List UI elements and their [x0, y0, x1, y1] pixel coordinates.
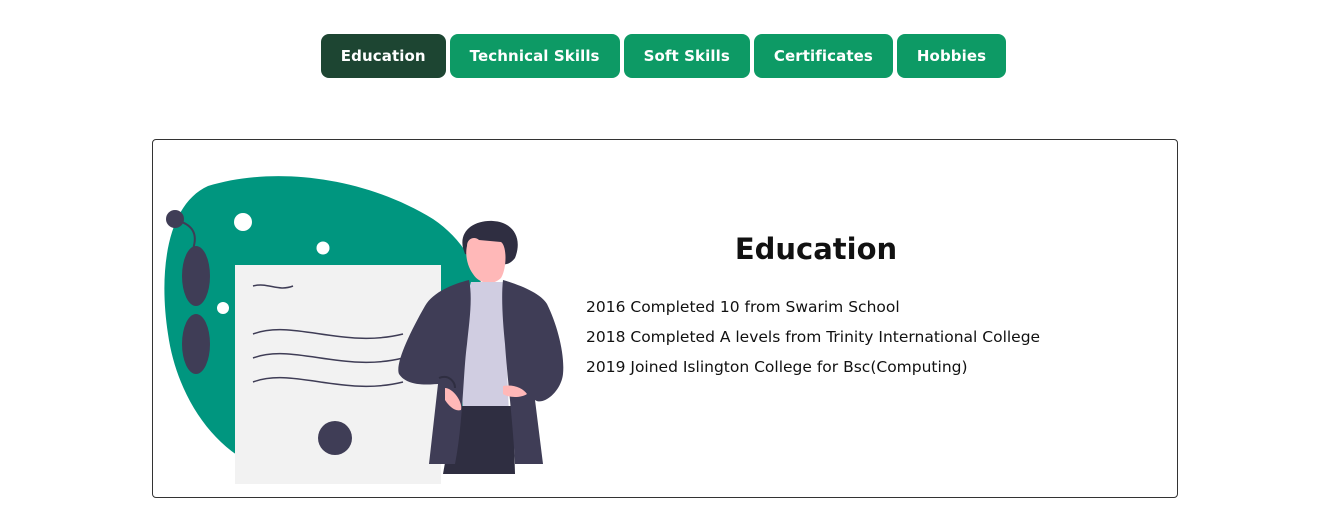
tab-certificates[interactable]: Certificates: [753, 34, 893, 78]
tab-list: Education Technical Skills Soft Skills C…: [320, 34, 1007, 78]
tab-bar: Education Technical Skills Soft Skills C…: [0, 34, 1337, 78]
education-list: 2016 Completed 10 from Swarim School 201…: [586, 292, 1146, 382]
education-content: Education 2016 Completed 10 from Swarim …: [586, 232, 1146, 382]
tab-education[interactable]: Education: [320, 34, 446, 78]
white-dot-medium: [316, 241, 330, 255]
list-item: 2019 Joined Islington College for Bsc(Co…: [586, 358, 968, 376]
bead-ellipse-top: [182, 246, 210, 306]
person-with-document-illustration: [163, 174, 573, 485]
tab-hobbies[interactable]: Hobbies: [896, 34, 1007, 78]
bead-ellipse-bottom: [182, 314, 210, 374]
list-item: 2018 Completed A levels from Trinity Int…: [586, 328, 1041, 346]
list-item: 2016 Completed 10 from Swarim School: [586, 298, 900, 316]
education-card: Education 2016 Completed 10 from Swarim …: [152, 139, 1178, 498]
section-title: Education: [734, 232, 898, 266]
white-dot-large: [234, 213, 252, 231]
tab-soft-skills[interactable]: Soft Skills: [623, 34, 750, 78]
white-dot-small: [217, 302, 229, 314]
document-stamp-circle: [318, 421, 352, 455]
tab-technical-skills[interactable]: Technical Skills: [449, 34, 620, 78]
bead-small-circle: [166, 210, 184, 228]
